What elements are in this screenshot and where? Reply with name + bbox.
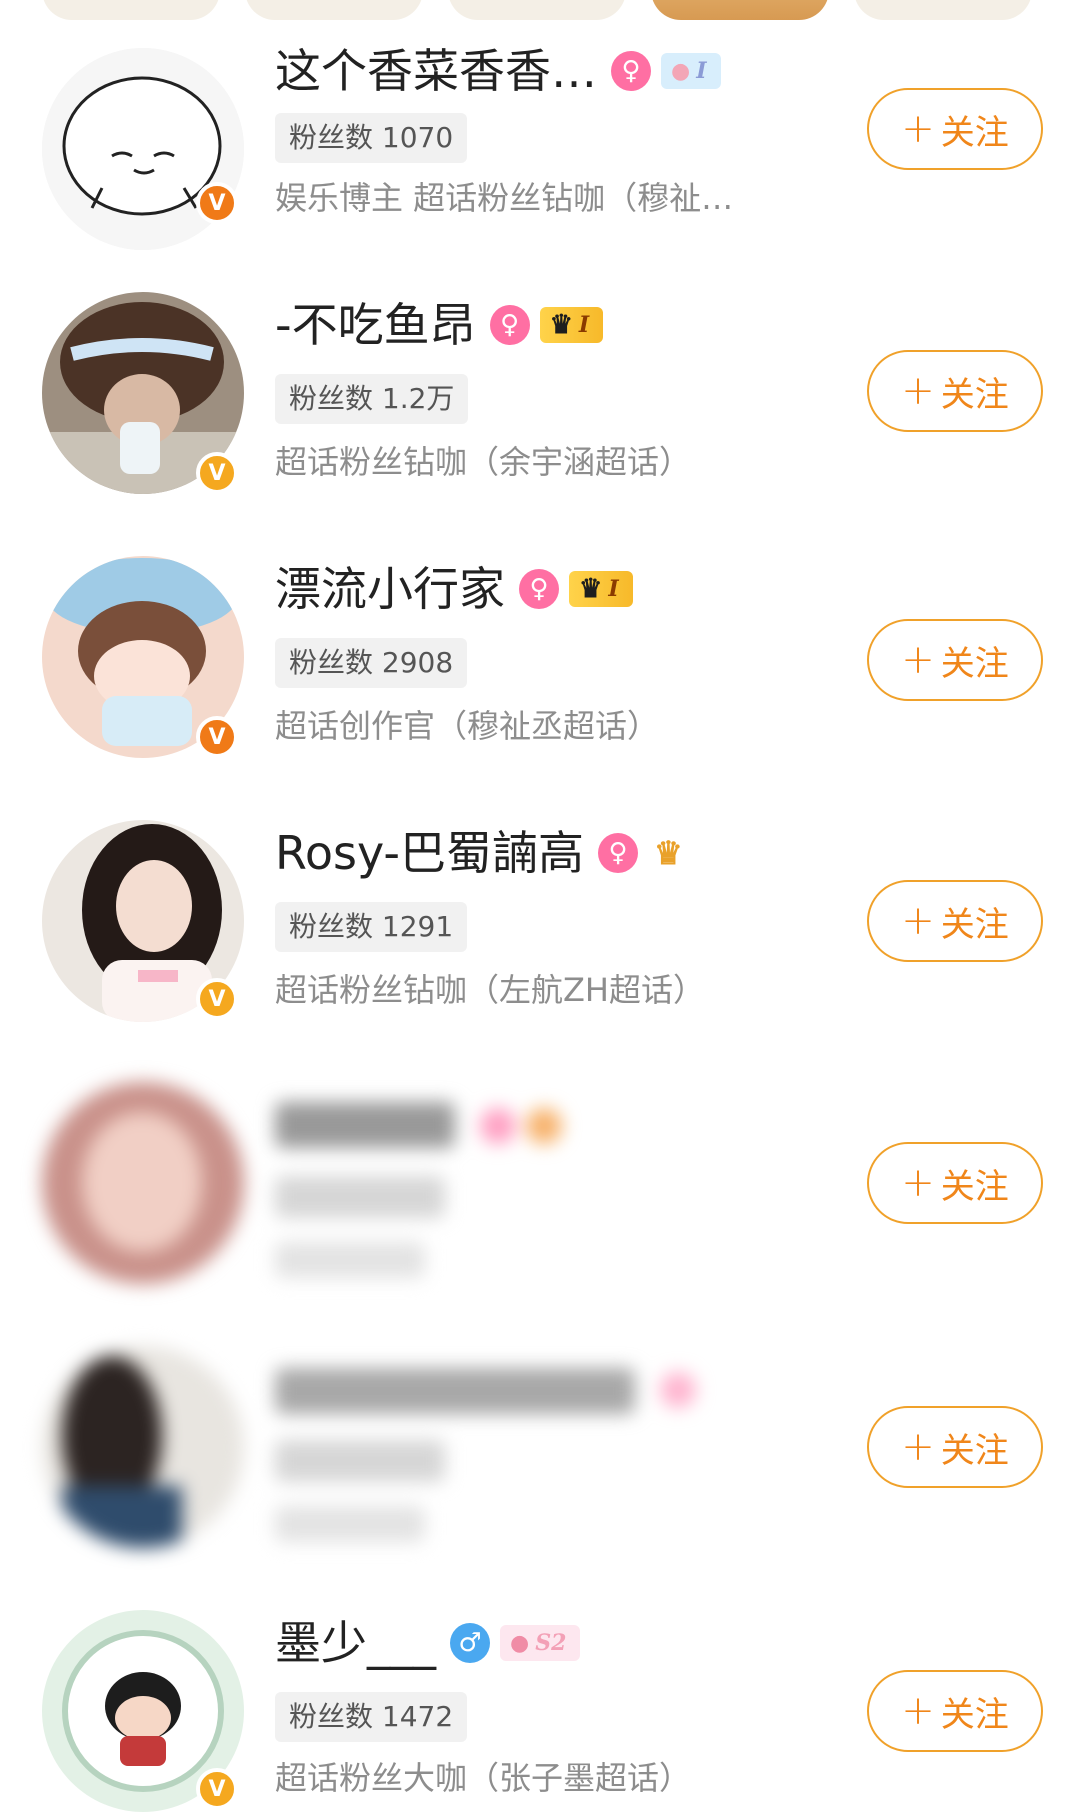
verified-badge-icon: V bbox=[196, 716, 238, 758]
plus-icon: + bbox=[901, 1424, 935, 1470]
name-line: 这个香菜香香… ♀ ● I bbox=[275, 42, 721, 100]
filter-chip-active[interactable] bbox=[651, 0, 829, 20]
fan-level-badge: ♛ I bbox=[569, 571, 633, 607]
pig-icon: ● bbox=[510, 1630, 530, 1656]
filter-chip[interactable] bbox=[42, 0, 220, 20]
follow-button[interactable]: + 关注 bbox=[867, 350, 1043, 432]
plus-icon: + bbox=[901, 106, 935, 152]
filter-chip[interactable] bbox=[245, 0, 423, 20]
plus-icon: + bbox=[901, 637, 935, 683]
user-name[interactable]: -不吃鱼昂 bbox=[275, 296, 476, 354]
user-row[interactable]: V -不吃鱼昂 ♀ ♛ I 粉丝数 1.2万 超话粉丝钻咖（余宇涵超话） + 关… bbox=[0, 292, 1080, 554]
name-line: 漂流小行家 ♀ ♛ I bbox=[275, 560, 633, 618]
crown-icon: ♛ bbox=[579, 574, 603, 604]
follow-button[interactable]: + 关注 bbox=[867, 88, 1043, 170]
filter-chip[interactable] bbox=[854, 0, 1032, 20]
user-row[interactable]: V Rosy-巴蜀諵高 ♀ ♛ 粉丝数 1291 超话粉丝钻咖（左航ZH超话） … bbox=[0, 820, 1080, 1082]
verified-badge-icon: V bbox=[196, 1768, 238, 1810]
user-description: 超话创作官（穆祉丞超话） bbox=[275, 707, 660, 745]
female-icon: ♀ bbox=[598, 833, 639, 873]
plus-icon: + bbox=[901, 898, 935, 944]
pig-icon: ● bbox=[671, 58, 691, 84]
user-row[interactable]: V 墨少___ ♂ ● S2 粉丝数 1472 超话粉丝大咖（张子墨超话） + … bbox=[0, 1610, 1080, 1820]
female-icon: ♀ bbox=[611, 51, 651, 91]
user-name[interactable]: 墨少___ bbox=[275, 1614, 436, 1672]
follow-button[interactable]: + 关注 bbox=[867, 1670, 1043, 1752]
user-description: 超话粉丝钻咖（余宇涵超话） bbox=[275, 443, 692, 481]
user-row-blurred[interactable]: + 关注 bbox=[0, 1082, 1080, 1344]
fan-level-badge: ● S2 bbox=[500, 1625, 581, 1661]
user-row-blurred[interactable]: + 关注 bbox=[0, 1346, 1080, 1608]
user-row[interactable]: V 漂流小行家 ♀ ♛ I 粉丝数 2908 超话创作官（穆祉丞超话） + 关注 bbox=[0, 556, 1080, 818]
user-row[interactable]: V 这个香菜香香… ♀ ● I 粉丝数 1070 娱乐博主 超话粉丝钻咖（穆祉…… bbox=[0, 30, 1080, 292]
name-line: 墨少___ ♂ ● S2 bbox=[275, 1614, 581, 1672]
name-line: -不吃鱼昂 ♀ ♛ I bbox=[275, 296, 604, 354]
user-description: 超话粉丝大咖（张子墨超话） bbox=[275, 1759, 692, 1797]
follow-button[interactable]: + 关注 bbox=[867, 1142, 1043, 1224]
avatar bbox=[42, 1346, 244, 1548]
crown-icon: ♛ bbox=[549, 310, 573, 340]
medal-icon: ♛ bbox=[654, 834, 683, 872]
verified-badge-icon: V bbox=[196, 182, 238, 224]
name-line: Rosy-巴蜀諵高 ♀ ♛ bbox=[275, 824, 689, 882]
female-icon: ♀ bbox=[519, 569, 559, 609]
plus-icon: + bbox=[901, 1688, 935, 1734]
verified-badge-icon: V bbox=[196, 452, 238, 494]
fan-level-badge: ♛ I bbox=[539, 307, 604, 343]
plus-icon: + bbox=[901, 1160, 935, 1206]
verified-badge-icon: V bbox=[196, 978, 238, 1020]
avatar bbox=[42, 1082, 244, 1284]
male-icon: ♂ bbox=[450, 1623, 490, 1663]
fans-count: 粉丝数 1070 bbox=[275, 113, 468, 163]
follow-button[interactable]: + 关注 bbox=[867, 880, 1043, 962]
fan-level-badge: ● I bbox=[661, 53, 721, 89]
filter-chip-row bbox=[0, 0, 1080, 20]
fans-count: 粉丝数 1472 bbox=[275, 1692, 468, 1742]
female-icon: ♀ bbox=[489, 305, 530, 345]
user-name[interactable]: Rosy-巴蜀諵高 bbox=[275, 824, 584, 882]
fans-count: 粉丝数 1.2万 bbox=[275, 374, 469, 424]
user-name[interactable]: 这个香菜香香… bbox=[275, 42, 597, 100]
follow-button[interactable]: + 关注 bbox=[867, 1406, 1043, 1488]
follow-button[interactable]: + 关注 bbox=[867, 619, 1043, 701]
user-description: 娱乐博主 超话粉丝钻咖（穆祉… bbox=[275, 179, 734, 217]
user-description: 超话粉丝钻咖（左航ZH超话） bbox=[275, 971, 705, 1009]
fans-count: 粉丝数 2908 bbox=[275, 638, 468, 688]
fans-count: 粉丝数 1291 bbox=[275, 902, 468, 952]
filter-chip[interactable] bbox=[448, 0, 626, 20]
plus-icon: + bbox=[901, 368, 935, 414]
user-name[interactable]: 漂流小行家 bbox=[275, 560, 505, 618]
